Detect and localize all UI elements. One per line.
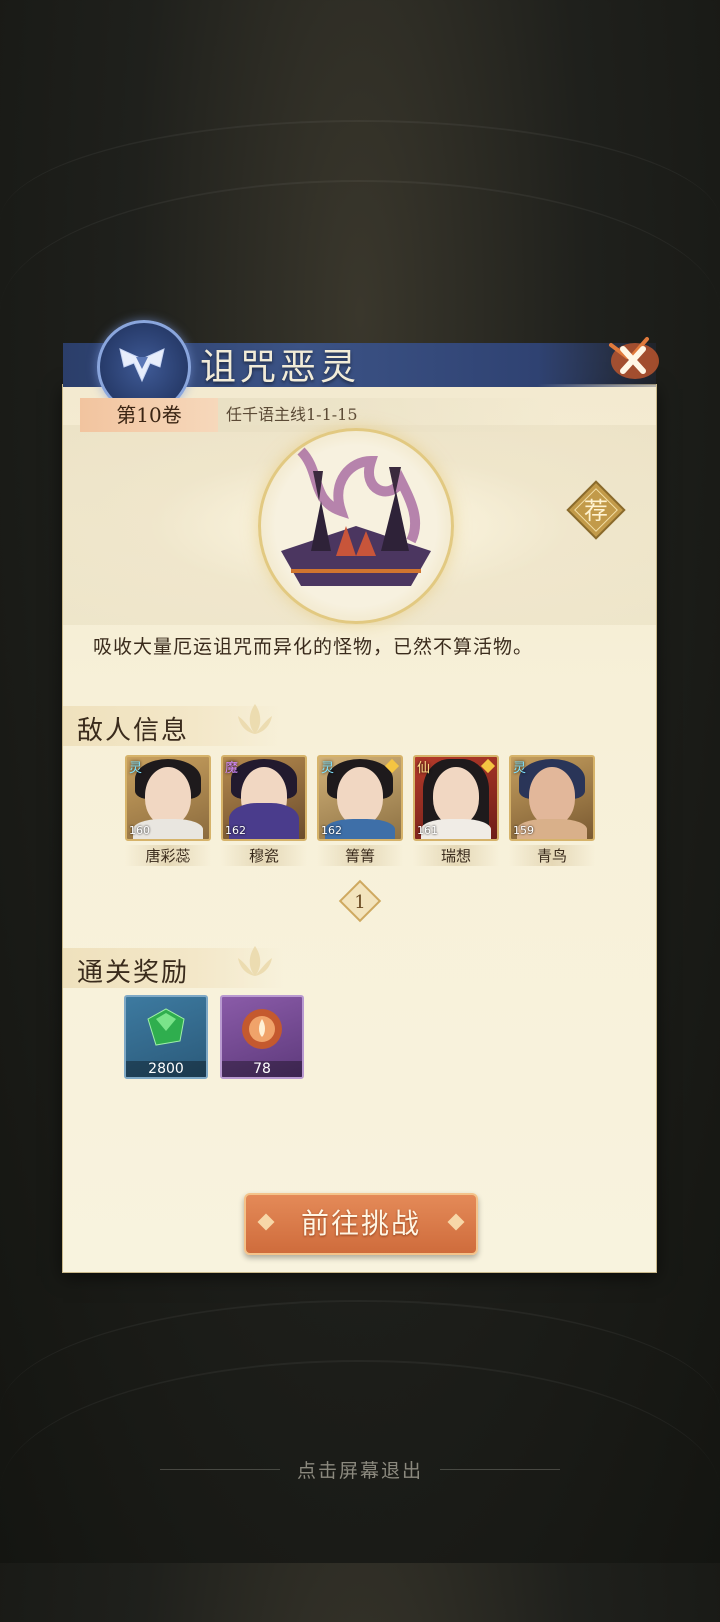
enemy-name: 箐箐 <box>317 845 403 866</box>
enemy-portrait: 仙 161 <box>413 755 499 841</box>
lotus-ornament-icon <box>238 704 272 734</box>
tap-to-exit-hint[interactable]: 点击屏幕退出 <box>0 1456 720 1483</box>
enemy-face <box>529 767 575 825</box>
enemy-portrait: 魔 162 <box>221 755 307 841</box>
enemy-name: 青鸟 <box>509 845 595 866</box>
faction-tag: 灵 <box>321 761 335 776</box>
enemy-level: 162 <box>321 824 342 837</box>
stage-description: 吸收大量厄运诅咒而异化的怪物，已然不算活物。 <box>93 636 534 658</box>
background-wave <box>0 1360 720 1622</box>
enemy-face <box>337 767 383 825</box>
enemy-section-title: 敌人信息 <box>77 716 190 746</box>
faction-tag: 灵 <box>513 761 527 776</box>
page-number: 1 <box>354 892 365 913</box>
enemy-portrait: 灵 160 <box>125 755 211 841</box>
enemy-card[interactable]: 魔 162 穆瓷 <box>221 755 307 866</box>
faction-tag: 仙 <box>417 761 431 776</box>
enemy-face <box>433 767 479 825</box>
green-gem-icon <box>147 1008 185 1046</box>
diamond-frame-icon: 1 <box>338 879 382 923</box>
go-challenge-button[interactable]: 前往挑战 <box>244 1193 478 1255</box>
volume-tag: 第10卷 <box>80 398 218 432</box>
lotus-ornament-icon <box>238 946 272 976</box>
enemy-name: 瑞想 <box>413 845 499 866</box>
enemy-face <box>145 767 191 825</box>
enemy-name: 唐彩蕊 <box>125 845 211 866</box>
enemy-card[interactable]: 灵 162 箐箐 <box>317 755 403 866</box>
page-indicator[interactable]: 1 <box>335 876 385 926</box>
reward-item[interactable]: 78 <box>220 995 304 1079</box>
recommend-badge: 荐 <box>566 480 626 540</box>
enemy-level: 159 <box>513 824 534 837</box>
recommend-badge-label: 荐 <box>584 497 608 525</box>
stage-title: 诅咒恶灵 <box>200 347 361 388</box>
close-icon <box>609 337 659 379</box>
reward-item[interactable]: 2800 <box>124 995 208 1079</box>
enemy-portrait: 灵 162 <box>317 755 403 841</box>
enemy-card[interactable]: 灵 160 唐彩蕊 <box>125 755 211 866</box>
enemy-level: 161 <box>417 824 438 837</box>
close-button[interactable] <box>597 325 667 391</box>
enemy-card[interactable]: 仙 161 瑞想 <box>413 755 499 866</box>
faction-tag: 灵 <box>129 761 143 776</box>
go-challenge-label: 前往挑战 <box>300 1207 421 1240</box>
reward-count: 2800 <box>126 1061 206 1077</box>
reward-section-title: 通关奖励 <box>77 958 190 988</box>
enemy-level: 160 <box>129 824 150 837</box>
faction-tag: 魔 <box>225 761 239 776</box>
enemy-portrait: 灵 159 <box>509 755 595 841</box>
quest-path: 任千语主线1-1-15 <box>218 398 558 432</box>
enemy-name: 穆瓷 <box>221 845 307 866</box>
boss-portrait <box>258 428 454 624</box>
lotus-orb-icon <box>242 1009 282 1049</box>
enemy-card[interactable]: 灵 159 青鸟 <box>509 755 595 866</box>
enemy-level: 162 <box>225 824 246 837</box>
reward-count: 78 <box>222 1061 302 1077</box>
cursed-spirit-art <box>281 447 431 586</box>
